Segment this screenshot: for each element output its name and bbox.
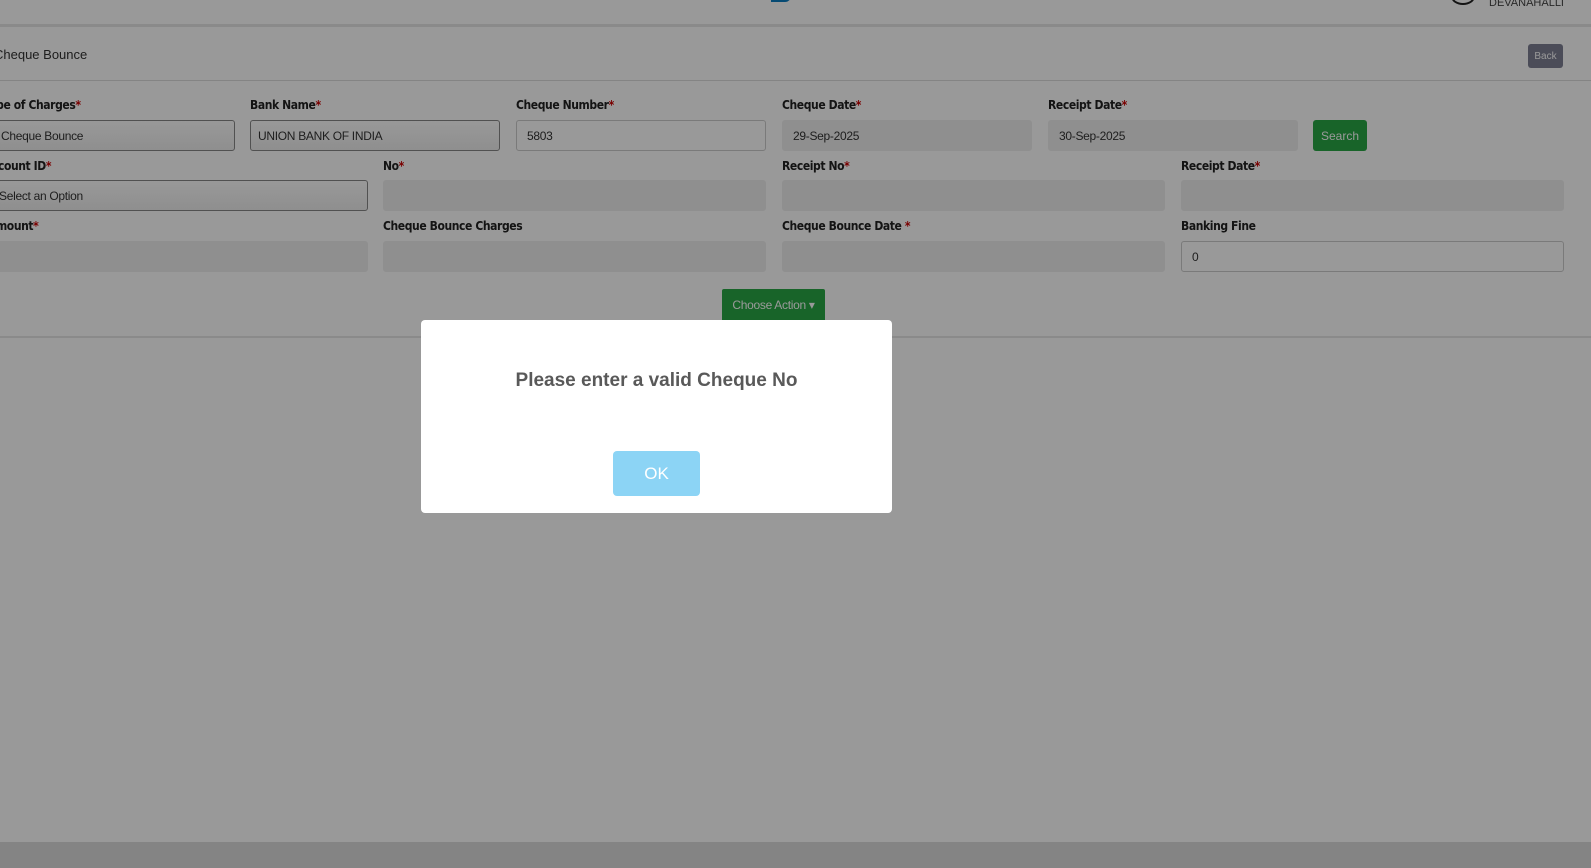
alert-message: Please enter a valid Cheque No (515, 370, 798, 391)
ok-button[interactable]: OK (613, 451, 700, 496)
alert-dialog: Please enter a valid Cheque No OK (421, 320, 892, 513)
